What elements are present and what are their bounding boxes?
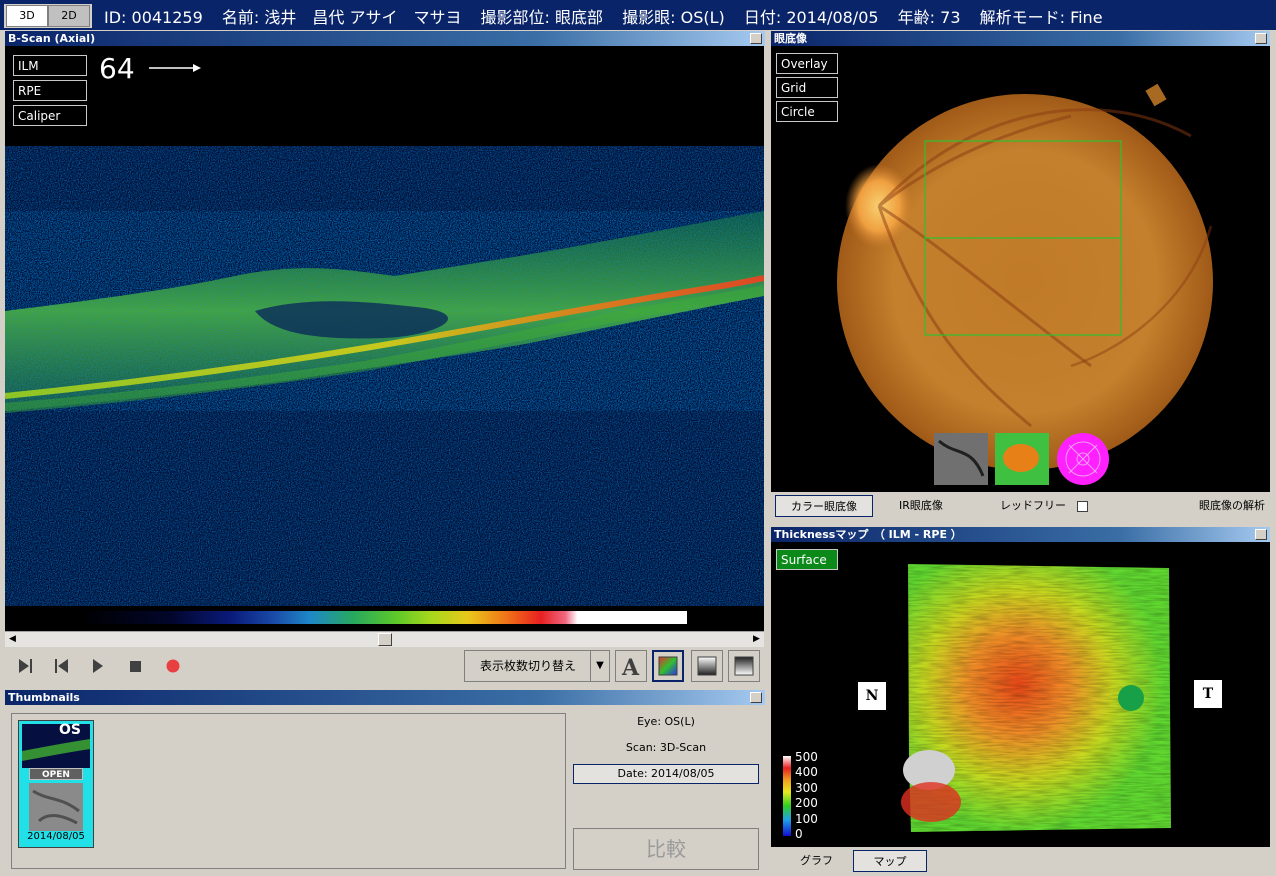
bscan-image[interactable]: ILM RPE Caliper 64 [5,46,764,631]
legend-label: 400 [795,765,818,779]
bscan-panel-title: B-Scan (Axial) [5,31,765,46]
capture-date: 日付: 2014/08/05 [743,8,879,27]
chevron-down-icon[interactable]: ▼ [590,651,609,681]
rpe-button[interactable]: RPE [13,80,87,101]
tab-color-fundus[interactable]: カラー眼底像 [775,495,873,517]
analysis-mode: 解析モード: Fine [979,8,1103,27]
gray-map-button[interactable] [691,650,723,682]
maximize-button[interactable] [750,33,762,44]
patient-id: ID: 0041259 [104,8,203,27]
record-icon[interactable] [161,655,185,677]
legend-label: 500 [795,750,818,764]
tab-fundus-analysis[interactable]: 眼底像の解析 [1199,495,1265,517]
display-count-dropdown[interactable]: 表示枚数切り替え ▼ [464,650,610,682]
compare-button[interactable]: 比較 [573,828,759,870]
circle-button[interactable]: Circle [776,101,838,122]
thickness-title-text: Thicknessマップ （ ILM - RPE ） [774,528,962,541]
skip-start-icon[interactable] [49,655,73,677]
gray-map-icon [697,656,717,676]
thumbnail-preview [22,724,90,831]
scan-info: Scan: 3D-Scan [625,741,707,754]
arrow-right-icon [149,64,201,72]
red-free-checkbox[interactable] [1077,501,1088,512]
fundus-title-text: 眼底像 [774,32,807,45]
thumbnail-eye-badge: OS [59,722,81,738]
oct-bscan-image [5,146,764,606]
view-mode-tabs: 3D 2D [4,4,92,28]
legend-label: 300 [795,781,818,795]
invert-map-icon [734,656,754,676]
tab-ir-fundus[interactable]: IR眼底像 [899,495,943,517]
temporal-label: T [1194,680,1222,708]
maximize-button[interactable] [750,692,762,703]
tab-red-free[interactable]: レッドフリー [1000,495,1066,517]
legend-label: 100 [795,812,818,826]
patient-age: 年齢: 73 [897,8,961,27]
slice-scroll-thumb[interactable] [377,633,392,646]
eye-info: Eye: OS(L) [637,715,695,728]
date-info: Date: 2014/08/05 [573,764,759,784]
patient-name: 名前: 浅井 昌代 アサイ マサヨ [221,8,462,27]
thumbnails-panel-title: Thumbnails [5,690,765,705]
capture-region: 撮影部位: 眼底部 [480,8,604,27]
font-icon: A [621,655,640,681]
play-icon[interactable] [85,655,109,677]
patient-header: 3D 2D ID: 0041259 名前: 浅井 昌代 アサイ マサヨ 撮影部位… [0,0,1276,30]
thickness-legend-bar [783,756,791,836]
thickness-panel-title: Thicknessマップ （ ILM - RPE ） [771,527,1270,542]
display-count-label: 表示枚数切り替え [479,659,576,673]
invert-map-button[interactable] [728,650,760,682]
stop-icon[interactable] [123,655,147,677]
nasal-label: N [858,682,886,710]
ilm-button[interactable]: ILM [13,55,87,76]
tab-3d[interactable]: 3D [6,5,48,27]
legend-label: 200 [795,796,818,810]
tab-map[interactable]: マップ [853,850,927,872]
thickness-tabs: グラフ マップ [771,848,1270,876]
tab-2d[interactable]: 2D [48,5,90,27]
intensity-colorbar [79,611,687,624]
maximize-button[interactable] [1255,33,1267,44]
bscan-title-text: B-Scan (Axial) [8,32,96,45]
slice-scrollbar[interactable]: ◀ ▶ [5,631,764,647]
thickness-map[interactable]: Surface N T 500 400 300 200 100 0 [771,542,1270,847]
maximize-button[interactable] [1255,529,1267,540]
caliper-button[interactable]: Caliper [13,105,87,126]
tab-graph[interactable]: グラフ [800,850,833,872]
playback-toolbar [5,647,764,685]
scroll-right-icon[interactable]: ▶ [750,633,763,645]
surface-button[interactable]: Surface [776,549,838,570]
slice-number: 64 [99,52,135,85]
font-button[interactable]: A [615,650,647,682]
fundus-tabs: カラー眼底像 IR眼底像 レッドフリー 眼底像の解析 [771,493,1270,519]
grid-button[interactable]: Grid [776,77,838,98]
legend-label: 0 [795,827,803,841]
thumbnail-date: 2014/08/05 [27,831,85,842]
thumbnail-open-badge: OPEN [29,768,83,780]
scroll-left-icon[interactable]: ◀ [6,633,19,645]
fundus-photo [837,83,1213,485]
svg-text:A: A [621,655,640,681]
thumbnails-title-text: Thumbnails [8,691,80,704]
overlay-button[interactable]: Overlay [776,53,838,74]
fundus-image[interactable]: Overlay Grid Circle [771,46,1270,492]
scan-thumbnail[interactable]: OS OPEN 2014/08/05 [18,720,94,848]
patient-info: ID: 0041259 名前: 浅井 昌代 アサイ マサヨ 撮影部位: 眼底部 … [104,4,1117,28]
fundus-panel-title: 眼底像 [771,31,1270,46]
skip-end-icon[interactable] [13,655,37,677]
thumbnail-list [11,713,566,869]
color-map-icon [658,656,678,676]
capture-eye: 撮影眼: OS(L) [622,8,725,27]
color-map-button[interactable] [652,650,684,682]
